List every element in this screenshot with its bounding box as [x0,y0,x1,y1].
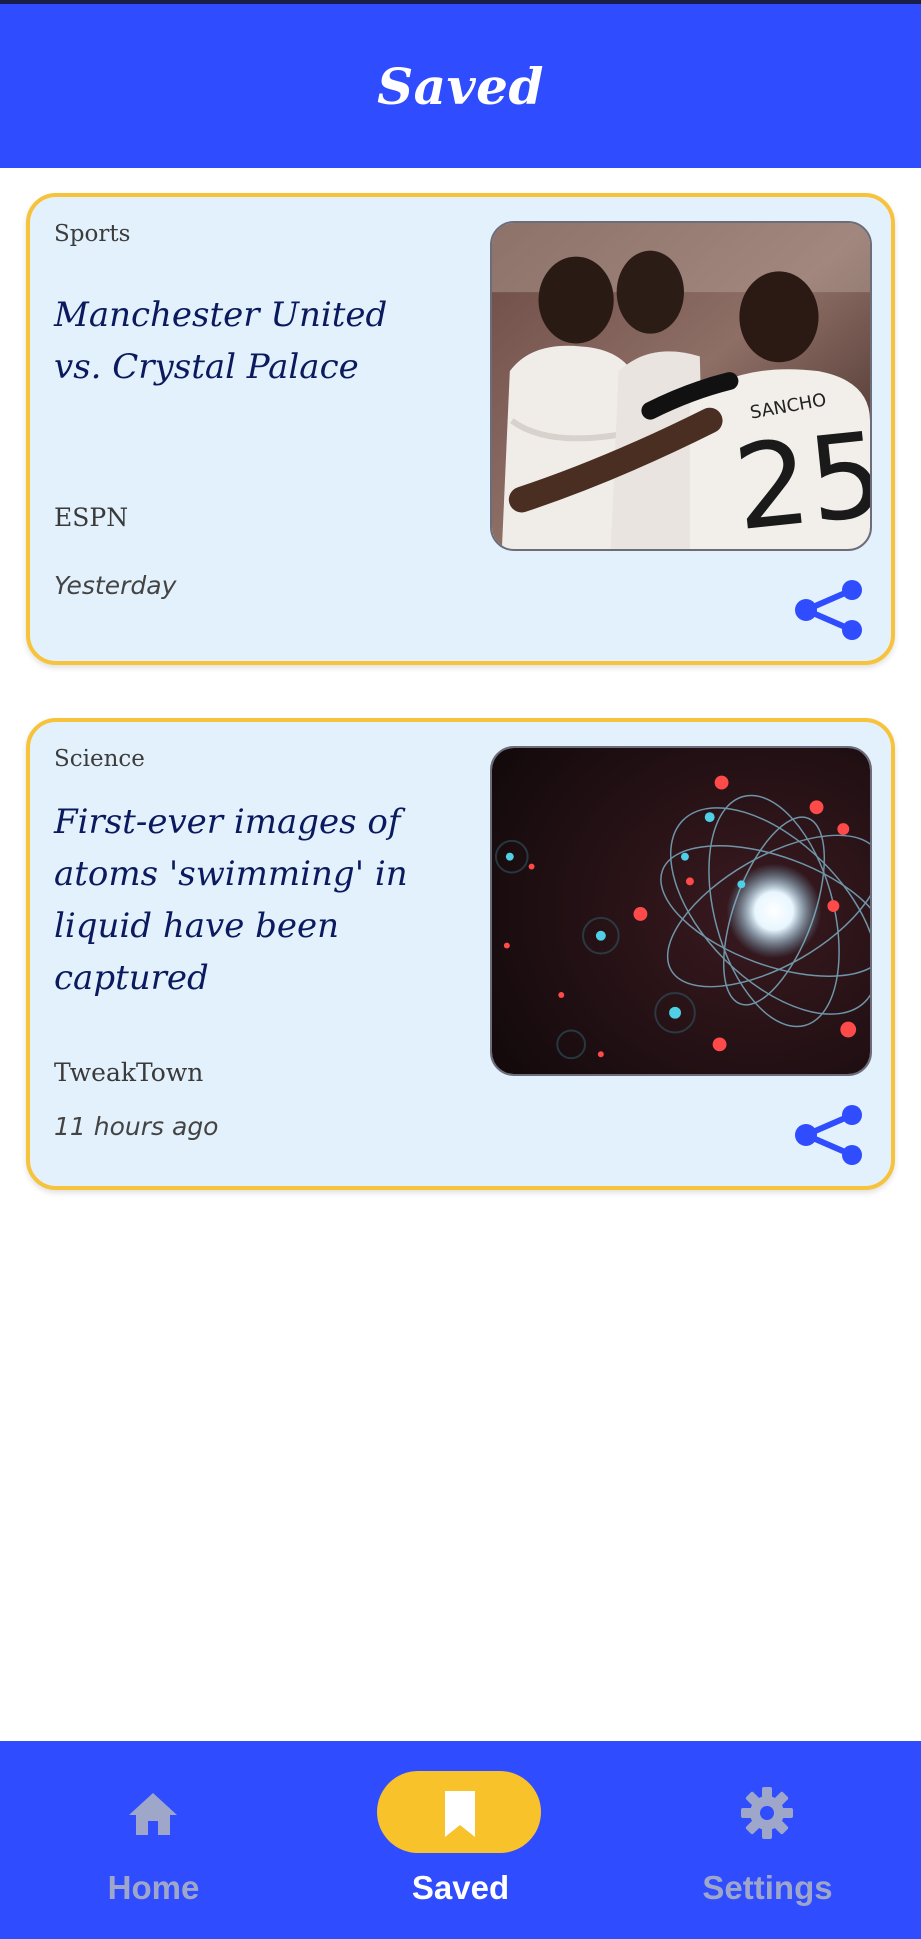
nav-label-saved: Saved [411,1869,510,1906]
article-card[interactable]: Science First-ever images of atoms 'swim… [26,718,895,1190]
atom-illustration-image [492,748,870,1074]
home-icon [129,1793,177,1835]
nav-item-settings[interactable]: Settings [614,1741,921,1939]
share-icon[interactable] [792,580,866,640]
article-headline[interactable]: First-ever images of atoms 'swimming' in… [54,796,434,1004]
article-thumbnail[interactable] [490,746,872,1076]
article-source: ESPN [54,503,129,532]
article-card[interactable]: Sports Manchester United vs. Crystal Pal… [26,193,895,665]
article-source: TweakTown [54,1058,204,1087]
article-category: Sports [54,221,131,247]
article-time: Yesterday [54,571,177,600]
gear-icon [741,1787,793,1839]
nav-item-home[interactable]: Home [0,1741,307,1939]
nav-item-saved[interactable]: Saved [307,1741,614,1939]
share-icon[interactable] [792,1105,866,1165]
article-time: 11 hours ago [54,1112,219,1141]
nav-label-home: Home [107,1869,200,1906]
jersey-number: 25 [728,406,870,549]
app-bar: Saved [0,4,921,168]
page-title: Saved [377,56,544,116]
article-thumbnail[interactable]: SANCHO 25 [490,221,872,551]
football-players-image: SANCHO 25 [492,223,870,549]
article-category: Science [54,746,145,772]
nav-label-settings: Settings [702,1869,833,1906]
bookmark-icon [445,1791,475,1837]
article-headline[interactable]: Manchester United vs. Crystal Palace [54,289,434,393]
bottom-navigation: Home Saved Settings [0,1741,921,1939]
